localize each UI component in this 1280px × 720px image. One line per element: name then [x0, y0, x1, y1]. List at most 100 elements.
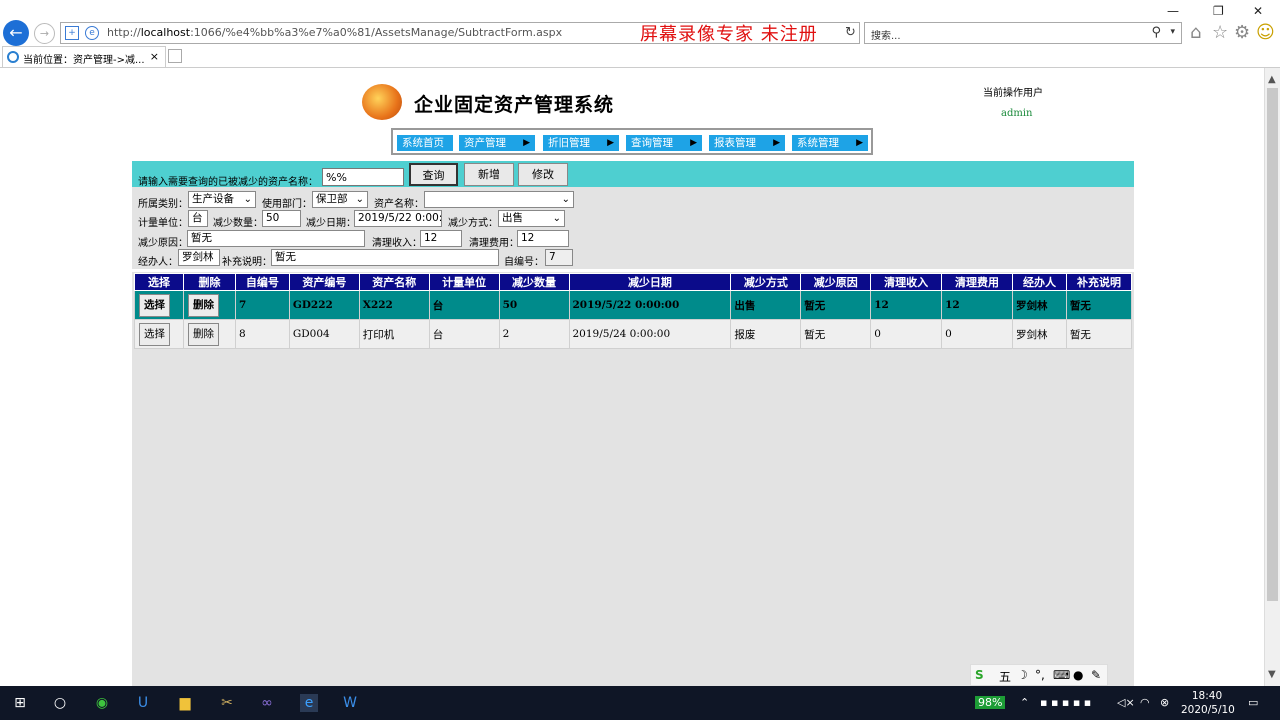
punctuation-icon[interactable]: °,: [1035, 668, 1045, 682]
browser-toolbar: ← → + e http://localhost:1066/%e4%bb%a3%…: [0, 0, 1280, 46]
ime-toolbar[interactable]: S 五 ☽ °, ⌨ ● ✎: [970, 664, 1108, 686]
category-select[interactable]: 生产设备 ⌄: [188, 191, 256, 208]
chevron-down-icon[interactable]: ▾: [1170, 27, 1175, 37]
back-arrow-icon[interactable]: ←: [3, 20, 29, 46]
compat-view-icon[interactable]: +: [65, 26, 79, 40]
scroll-down-icon[interactable]: ▼: [1268, 669, 1276, 680]
ime-mode[interactable]: 五: [999, 668, 1011, 685]
qty-input[interactable]: 50: [262, 210, 301, 227]
data-grid: 选择 删除 自编号 资产编号 资产名称 计量单位 减少数量 减少日期 减少方式 …: [132, 272, 1134, 686]
close-circle-icon[interactable]: ⊗: [1160, 696, 1169, 709]
cell-id: 7: [234, 290, 290, 320]
close-window-icon[interactable]: ✕: [1253, 4, 1263, 18]
forward-arrow-icon[interactable]: →: [34, 23, 55, 44]
select-row-button[interactable]: 选择: [139, 322, 170, 346]
current-user-label: 当前操作用户: [983, 88, 1043, 99]
wifi-icon[interactable]: ◠: [1140, 696, 1150, 709]
file-explorer-icon[interactable]: ▆: [176, 694, 194, 712]
delete-row-button[interactable]: 删除: [187, 293, 219, 317]
table-row-selected[interactable]: 选择 删除 7 GD222 X222 台 50 2019/5/22 0:00:0…: [134, 290, 1133, 320]
w-app-icon[interactable]: W: [341, 694, 359, 712]
unit-input[interactable]: 台: [188, 210, 208, 227]
cell-handler: 罗剑林: [1011, 290, 1067, 320]
select-row-button[interactable]: 选择: [139, 293, 170, 317]
menu-item-home[interactable]: 系统首页: [397, 135, 453, 151]
arrow-right-icon: ▶: [607, 138, 614, 148]
minimize-icon[interactable]: —: [1167, 4, 1179, 18]
column-header: 减少日期: [568, 273, 732, 291]
menu-item-query[interactable]: 查询管理 ▶: [626, 135, 702, 151]
vertical-scrollbar[interactable]: ▲ ▼: [1264, 68, 1280, 686]
scroll-thumb[interactable]: [1267, 88, 1278, 601]
reason-input[interactable]: 暂无: [187, 230, 365, 247]
home-icon[interactable]: ⌂: [1190, 22, 1201, 43]
note-input[interactable]: 暂无: [271, 249, 499, 266]
asset-name-select[interactable]: ⌄: [424, 191, 574, 208]
volume-muted-icon[interactable]: ◁×: [1117, 696, 1135, 709]
date-label: 减少日期：: [306, 218, 356, 229]
sogou-logo-icon: S: [975, 668, 984, 682]
system-logo: [362, 84, 402, 120]
keyboard-icon[interactable]: ⌨: [1053, 668, 1070, 682]
qty-label: 减少数量：: [213, 218, 263, 229]
u-app-icon[interactable]: U: [134, 694, 152, 712]
delete-row-button[interactable]: 删除: [187, 322, 219, 346]
recording-watermark: 屏幕录像专家 未注册: [640, 24, 818, 45]
gear-icon[interactable]: ⚙: [1234, 22, 1250, 43]
method-select[interactable]: 出售 ⌄: [498, 210, 565, 227]
arrow-right-icon: ▶: [690, 138, 697, 148]
refresh-icon[interactable]: ↻: [845, 25, 856, 40]
favorites-star-icon[interactable]: ☆: [1212, 22, 1228, 43]
handler-input[interactable]: 罗剑林: [178, 249, 220, 266]
tray-app-icons[interactable]: ▪ ▪ ▪ ▪ ▪: [1040, 696, 1091, 709]
browser-search-input[interactable]: 搜索... ⚲ ▾: [864, 22, 1182, 44]
tools-app-icon[interactable]: ✂: [218, 694, 236, 712]
dept-select[interactable]: 保卫部 ⌄: [312, 191, 368, 208]
unit-label: 计量单位：: [138, 218, 188, 229]
search-icon[interactable]: ⚲: [1151, 25, 1161, 40]
cortana-search-icon[interactable]: ○: [51, 694, 69, 712]
cell-income: 0: [870, 319, 943, 349]
income-input[interactable]: 12: [420, 230, 462, 247]
menu-item-depreciation[interactable]: 折旧管理 ▶: [543, 135, 619, 151]
tray-chevron-icon[interactable]: ⌃: [1020, 696, 1029, 709]
smiley-feedback-icon[interactable]: ☺: [1256, 22, 1275, 43]
edit-button[interactable]: 修改: [518, 163, 568, 186]
menu-item-system[interactable]: 系统管理 ▶: [792, 135, 868, 151]
scroll-up-icon[interactable]: ▲: [1268, 74, 1276, 85]
edit-form: 所属类别： 生产设备 ⌄ 使用部门： 保卫部 ⌄ 资产名称： ⌄ 计量单位： 台 减…: [132, 187, 1134, 269]
infinity-app-icon[interactable]: ∞: [258, 694, 276, 712]
cell-handler: 罗剑林: [1011, 319, 1067, 349]
table-row[interactable]: 选择 删除 8 GD004 打印机 台 2 2019/5/24 0:00:00 …: [134, 319, 1133, 349]
windows-taskbar: ⊞ ○ ◉ U ▆ ✂ ∞ e W 98% ⌃ ▪ ▪ ▪ ▪ ▪ ◁× ◠ ⊗…: [0, 686, 1280, 720]
taskbar-clock[interactable]: 18:40 2020/5/10: [1181, 689, 1235, 717]
column-header: 自编号: [234, 273, 290, 291]
battery-indicator[interactable]: 98%: [975, 696, 1006, 709]
new-tab-button[interactable]: [168, 49, 182, 63]
user-icon[interactable]: ●: [1073, 668, 1083, 682]
query-button[interactable]: 查询: [409, 163, 458, 186]
column-header: 资产名称: [358, 273, 430, 291]
column-header: 减少原因: [800, 273, 872, 291]
date-input[interactable]: 2019/5/22 0:00:00: [354, 210, 442, 227]
windows-start-icon[interactable]: ⊞: [11, 694, 29, 712]
wrench-icon[interactable]: ✎: [1091, 668, 1101, 682]
cell-income: 12: [870, 290, 943, 320]
close-tab-icon[interactable]: ×: [150, 50, 159, 63]
restore-icon[interactable]: ❐: [1213, 4, 1224, 18]
chevron-down-icon: ⌄: [243, 194, 252, 205]
browser-app-icon[interactable]: ◉: [93, 694, 111, 712]
table-header-row: 选择 删除 自编号 资产编号 资产名称 计量单位 减少数量 减少日期 减少方式 …: [134, 273, 1133, 291]
column-header: 计量单位: [428, 273, 500, 291]
search-label: 请输入需要查询的已被减少的资产名称：: [138, 177, 318, 188]
add-button[interactable]: 新增: [464, 163, 514, 186]
asset-search-input[interactable]: [322, 168, 404, 186]
moon-icon[interactable]: ☽: [1017, 668, 1028, 682]
menu-item-reports[interactable]: 报表管理 ▶: [709, 135, 785, 151]
browser-tab[interactable]: 当前位置：资产管理->减... ×: [2, 46, 166, 67]
menu-item-assets[interactable]: 资产管理 ▶: [459, 135, 535, 151]
cell-method: 报废: [730, 319, 802, 349]
cost-input[interactable]: 12: [517, 230, 569, 247]
ie-taskbar-icon[interactable]: e: [300, 694, 318, 712]
notification-icon[interactable]: ▭: [1248, 696, 1258, 709]
